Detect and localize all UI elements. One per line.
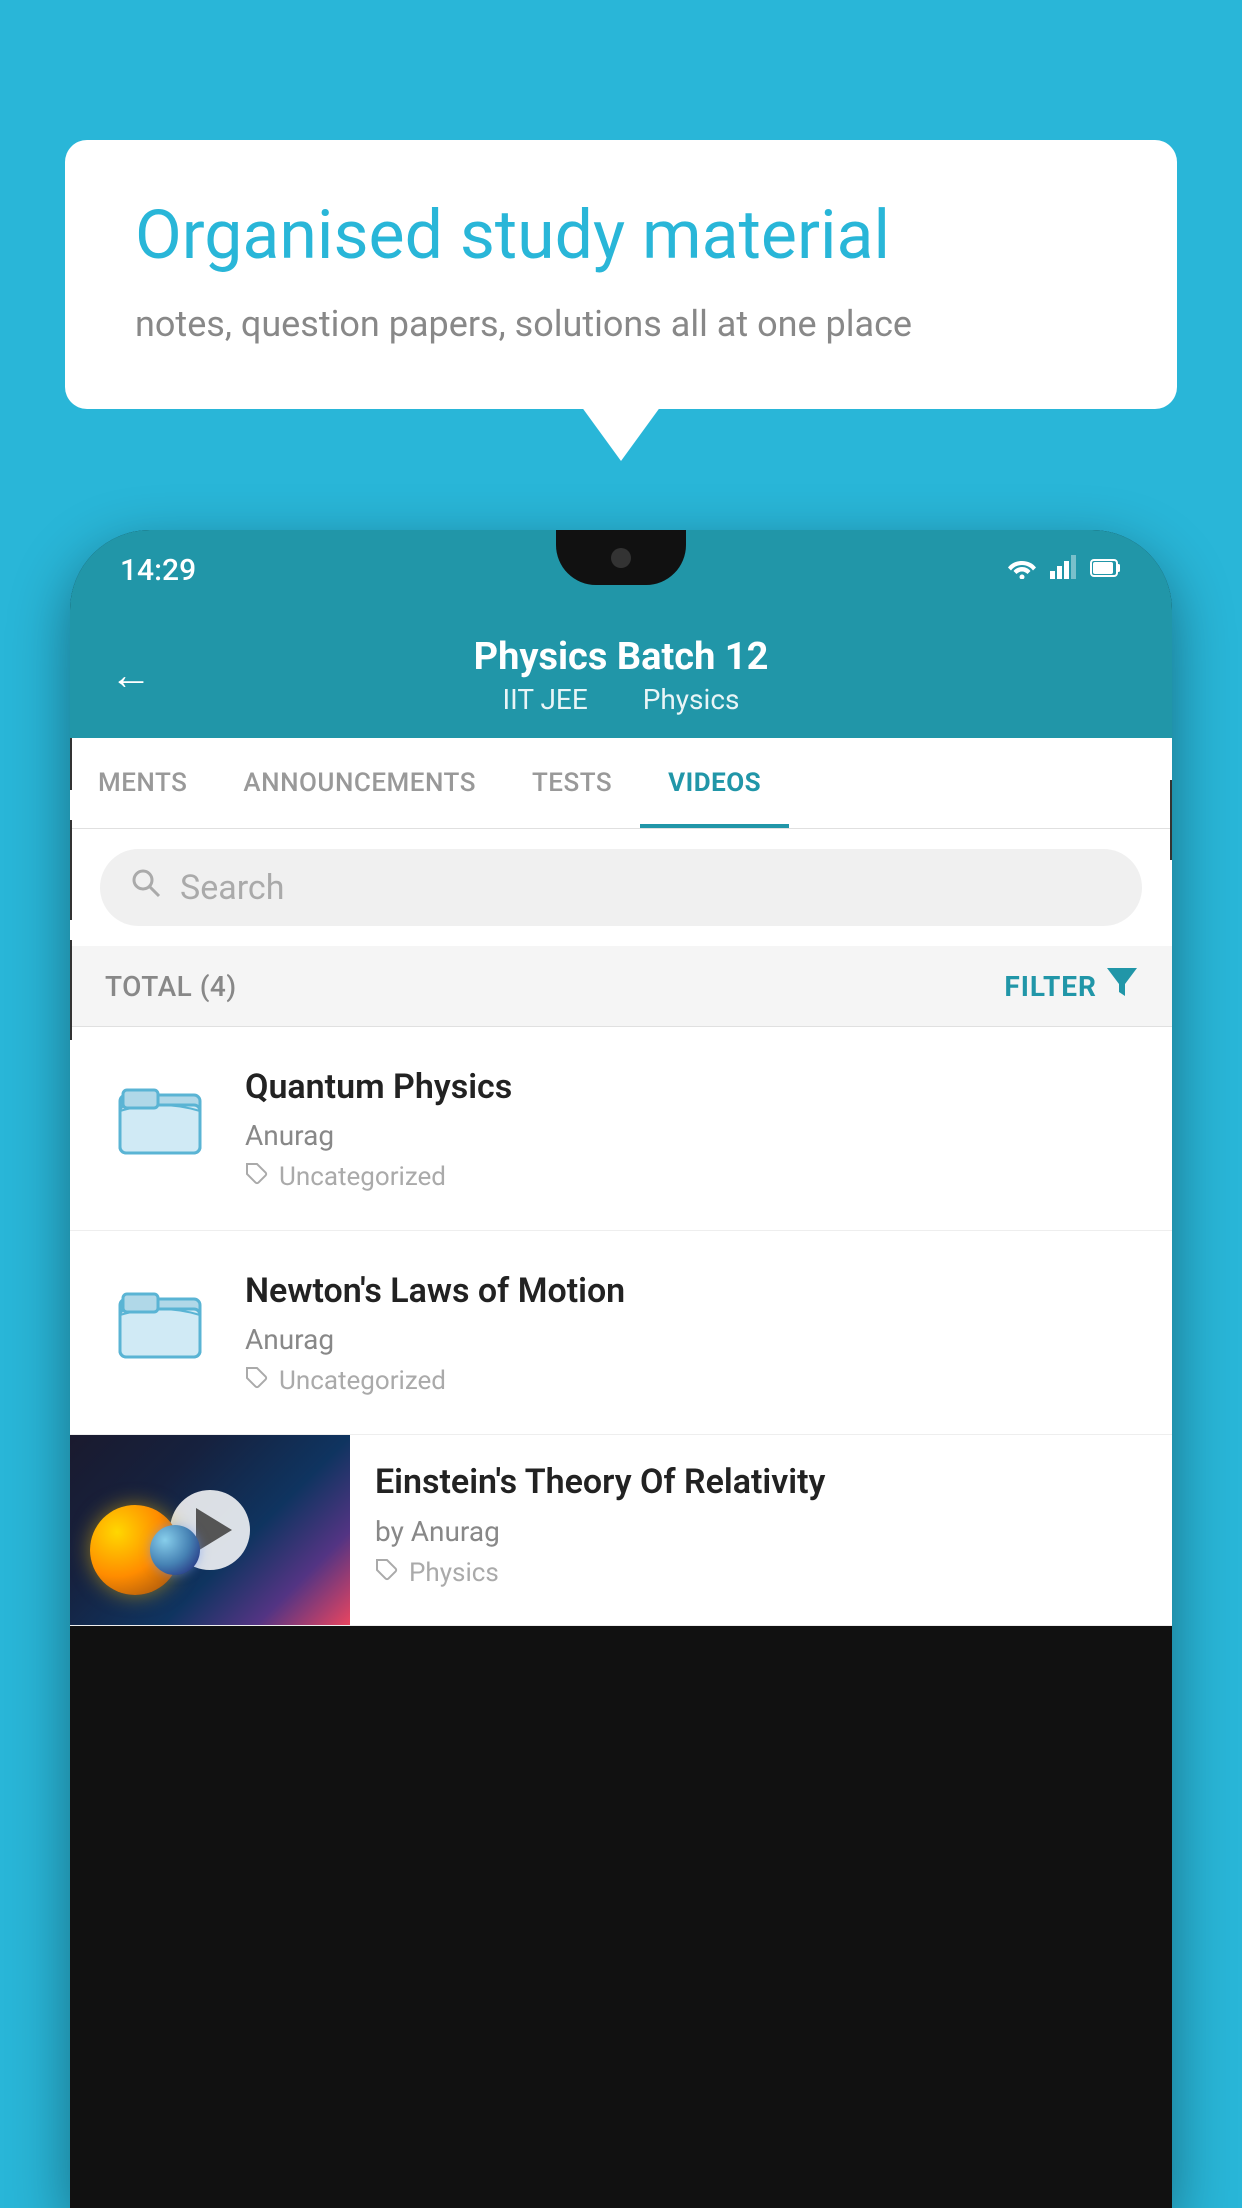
total-count: TOTAL (4) [105, 970, 237, 1003]
video-tag-2: Uncategorized [245, 1366, 1137, 1396]
volume-down-button [70, 940, 72, 1040]
header-subtitle-iitjee: IIT JEE [503, 683, 588, 716]
tab-videos[interactable]: VIDEOS [640, 738, 789, 828]
video-tag-3: Physics [375, 1558, 1147, 1588]
power-button [1170, 780, 1172, 860]
tag-icon-3 [375, 1558, 399, 1588]
tab-tests[interactable]: TESTS [504, 738, 640, 828]
video-tag-1: Uncategorized [245, 1162, 1137, 1192]
video-author-3: by Anurag [375, 1515, 1147, 1548]
play-triangle-icon [196, 1508, 232, 1552]
filter-button[interactable]: FILTER [1004, 968, 1137, 1004]
status-time: 14:29 [120, 553, 196, 588]
header-title: Physics Batch 12 [474, 635, 769, 679]
back-button[interactable]: ← [110, 651, 152, 700]
tab-announcements[interactable]: ANNOUNCEMENTS [215, 738, 504, 828]
video-author-2: Anurag [245, 1323, 1137, 1356]
bubble-subtitle: notes, question papers, solutions all at… [135, 299, 1107, 349]
filter-bar: TOTAL (4) FILTER [70, 946, 1172, 1027]
video-title-2: Newton's Laws of Motion [245, 1269, 1137, 1313]
video-folder-icon-1 [105, 1065, 215, 1175]
video-author-1: Anurag [245, 1119, 1137, 1152]
video-list: Quantum Physics Anurag Uncategorized [70, 1027, 1172, 1626]
tab-documents[interactable]: MENTS [70, 738, 215, 828]
list-item[interactable]: Newton's Laws of Motion Anurag Uncategor… [70, 1231, 1172, 1435]
wifi-icon [1006, 555, 1038, 586]
header-subtitle: IIT JEE Physics [474, 683, 769, 716]
search-bar[interactable]: Search [100, 849, 1142, 926]
tag-icon-1 [245, 1162, 269, 1192]
front-camera [611, 548, 631, 568]
video-tag-label-2: Uncategorized [279, 1366, 446, 1396]
list-item[interactable]: Quantum Physics Anurag Uncategorized [70, 1027, 1172, 1231]
filter-label: FILTER [1004, 970, 1097, 1003]
video-folder-icon-2 [105, 1269, 215, 1379]
video-tag-label-1: Uncategorized [279, 1162, 446, 1192]
space-orb2-decoration [150, 1525, 200, 1575]
phone-frame: 14:29 [70, 530, 1172, 2208]
tag-icon-2 [245, 1366, 269, 1396]
list-item[interactable]: Einstein's Theory Of Relativity by Anura… [70, 1435, 1172, 1626]
filter-icon [1107, 968, 1137, 1004]
video-info-1: Quantum Physics Anurag Uncategorized [245, 1065, 1137, 1192]
header-center: Physics Batch 12 IIT JEE Physics [474, 635, 769, 716]
tabs-bar: MENTS ANNOUNCEMENTS TESTS VIDEOS [70, 738, 1172, 829]
app-header: ← Physics Batch 12 IIT JEE Physics [70, 610, 1172, 738]
video-tag-label-3: Physics [409, 1558, 499, 1588]
search-icon [130, 867, 162, 908]
search-bar-container: Search [70, 829, 1172, 946]
status-icons [1006, 555, 1122, 586]
search-placeholder: Search [180, 868, 284, 908]
video-thumbnail-3 [70, 1435, 350, 1625]
status-bar: 14:29 [70, 530, 1172, 610]
video-title-3: Einstein's Theory Of Relativity [375, 1460, 1147, 1504]
signal-icon [1050, 555, 1078, 586]
phone-notch [556, 530, 686, 585]
video-title-1: Quantum Physics [245, 1065, 1137, 1109]
video-info-3: Einstein's Theory Of Relativity by Anura… [350, 1435, 1172, 1612]
speech-bubble: Organised study material notes, question… [65, 140, 1177, 409]
battery-icon [1090, 555, 1122, 585]
volume-up-button [70, 820, 72, 920]
header-subtitle-physics: Physics [643, 683, 740, 716]
video-info-2: Newton's Laws of Motion Anurag Uncategor… [245, 1269, 1137, 1396]
bubble-title: Organised study material [135, 195, 1107, 277]
speech-bubble-container: Organised study material notes, question… [65, 140, 1177, 409]
